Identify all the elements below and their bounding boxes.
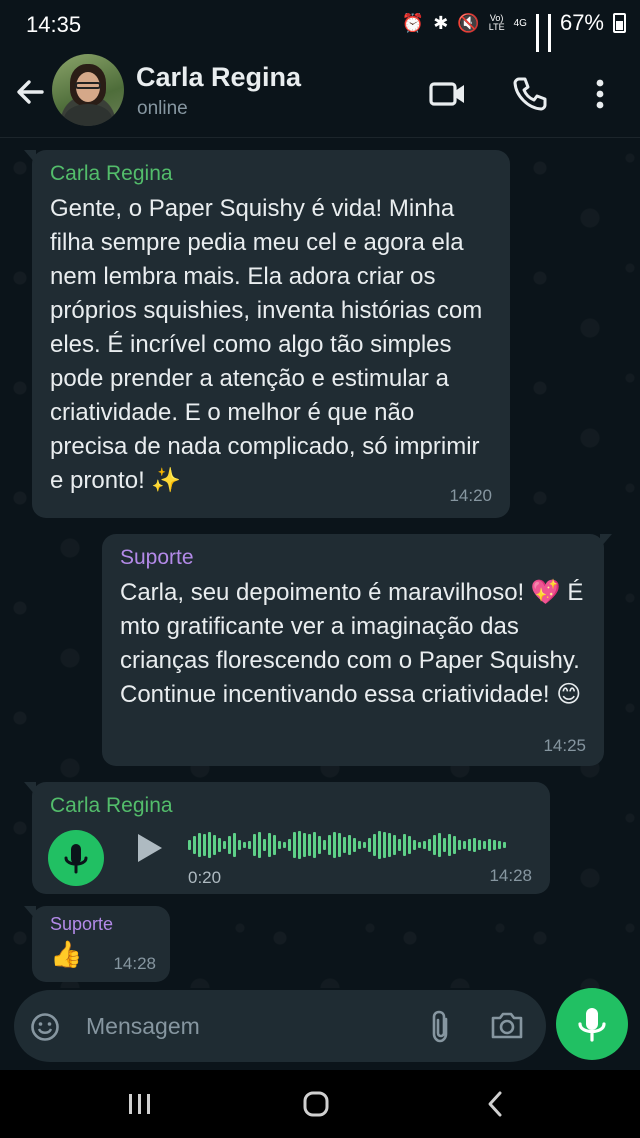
contact-name[interactable]: Carla Regina <box>136 62 301 93</box>
contact-status: online <box>137 98 188 119</box>
signal-icon-2 <box>547 14 551 58</box>
message-input-placeholder: Mensagem <box>86 1013 200 1039</box>
volte-icon: Vo) LTE <box>489 14 505 32</box>
message-sender: Carla Regina <box>50 794 173 817</box>
play-icon[interactable] <box>138 834 162 862</box>
bluetooth-icon: ✱ <box>433 12 449 33</box>
mute-icon: 🔇 <box>457 12 480 33</box>
more-vert-icon[interactable] <box>580 74 620 114</box>
lte-label: LTE <box>488 22 505 32</box>
video-call-icon[interactable] <box>428 74 468 114</box>
message-text: Gente, o Paper Squishy é vida! Minha fil… <box>50 195 483 494</box>
message-time: 14:28 <box>489 866 532 885</box>
voice-duration: 0:20 <box>188 868 222 887</box>
back-arrow-icon[interactable] <box>12 74 48 110</box>
battery-icon <box>613 13 626 33</box>
alarm-icon: ⏰ <box>401 12 425 33</box>
message-text: Carla, seu depoimento é maravilhoso! 💖 É… <box>120 579 584 708</box>
network-4g-icon: 4G <box>514 18 527 29</box>
avatar[interactable] <box>52 54 124 126</box>
message-input[interactable]: Mensagem <box>14 990 546 1062</box>
message-bubble-small[interactable]: Suporte 👍 14:28 <box>24 906 170 982</box>
message-bubble-outgoing[interactable]: Suporte Carla, seu depoimento é maravilh… <box>102 534 612 766</box>
mic-button[interactable] <box>556 988 628 1060</box>
message-sender: Carla Regina <box>50 162 173 185</box>
message-time: 14:25 <box>543 736 586 755</box>
status-time: 14:35 <box>26 12 82 37</box>
status-bar: 14:35 ⏰ ✱ 🔇 Vo) LTE 4G 67% <box>0 0 640 58</box>
camera-icon[interactable] <box>490 1010 524 1040</box>
chat-area[interactable]: Carla Regina Gente, o Paper Squishy é vi… <box>0 138 640 1000</box>
mic-icon <box>578 1008 606 1042</box>
status-icons: ⏰ ✱ 🔇 Vo) LTE 4G 67% <box>401 10 626 58</box>
attach-icon[interactable] <box>428 1010 454 1044</box>
message-time: 14:20 <box>449 486 492 505</box>
home-icon[interactable] <box>296 1088 336 1120</box>
voice-waveform[interactable] <box>188 830 518 860</box>
back-nav-icon[interactable] <box>476 1088 516 1120</box>
message-bubble-incoming[interactable]: Carla Regina Gente, o Paper Squishy é vi… <box>24 150 510 518</box>
message-sender: Suporte <box>120 546 194 569</box>
voice-message-bubble[interactable]: Carla Regina 0:20 14:28 <box>24 782 550 894</box>
message-sender: Suporte <box>50 914 114 934</box>
message-time: 14:28 <box>113 954 156 973</box>
composer-bar: Mensagem <box>0 988 640 1070</box>
system-nav-bar <box>0 1070 640 1138</box>
phone-icon[interactable] <box>510 74 550 114</box>
signal-icon-1 <box>535 14 539 58</box>
voice-avatar-mic-icon <box>48 830 104 886</box>
chat-header: Carla Regina online <box>0 52 640 138</box>
emoji-icon[interactable] <box>30 1012 60 1042</box>
network-4g-label: 4G <box>513 17 527 29</box>
battery-percentage: 67% <box>559 10 604 35</box>
recent-apps-icon[interactable] <box>120 1088 160 1120</box>
